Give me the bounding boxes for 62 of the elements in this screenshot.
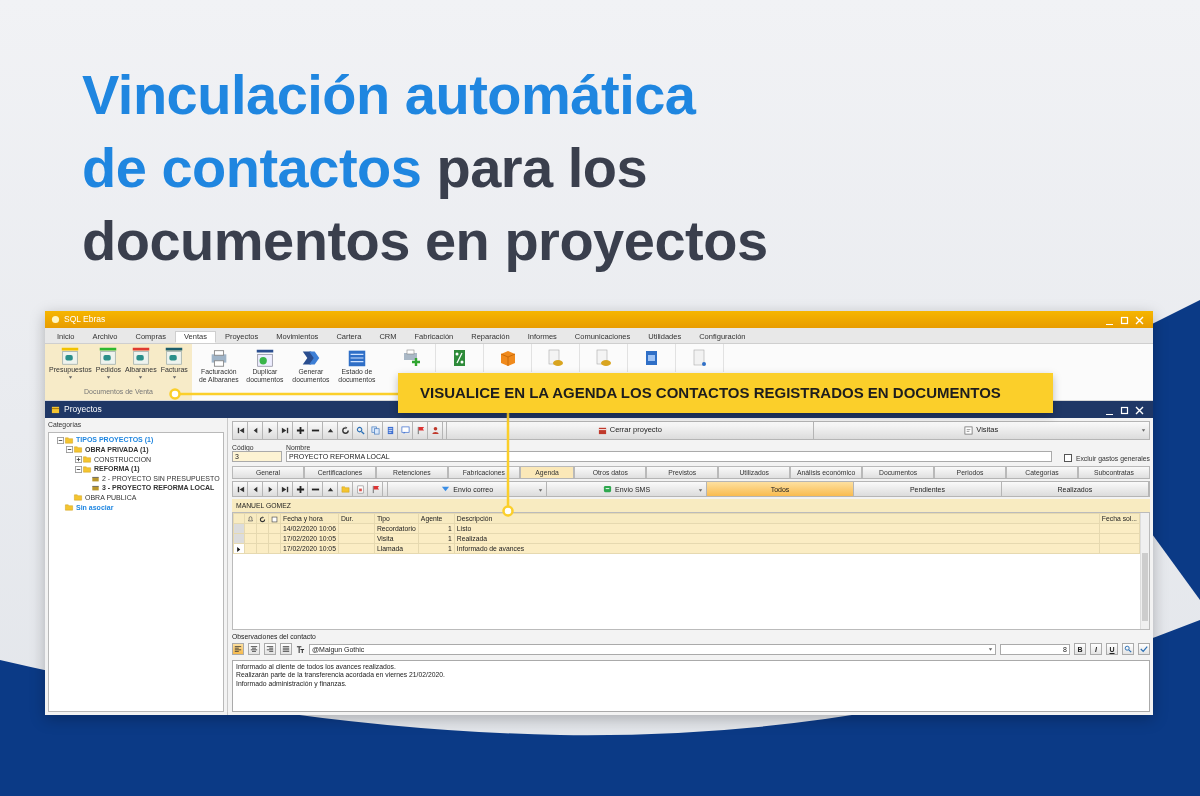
callout-banner: VISUALICE EN LA AGENDA LOS CONTACTOS REGISTRADOS EN DOCUMENTOS xyxy=(398,373,1053,413)
caret-icon xyxy=(538,486,544,493)
search-icon xyxy=(1124,645,1132,654)
caret-icon xyxy=(988,646,993,653)
coins-icon xyxy=(593,348,613,368)
comment-icon xyxy=(400,426,410,435)
align-button[interactable] xyxy=(280,643,292,656)
align-button[interactable] xyxy=(248,643,260,656)
align-justify-icon xyxy=(282,645,290,654)
align-center-icon xyxy=(250,645,258,654)
project-icon xyxy=(91,484,100,493)
coins-icon xyxy=(545,348,565,368)
calendar-icon xyxy=(597,426,607,435)
check-icon xyxy=(1140,645,1148,654)
maximize-icon xyxy=(1120,406,1129,415)
flag-icon xyxy=(370,484,380,494)
project-icon xyxy=(91,474,100,483)
close-icon xyxy=(1135,316,1144,325)
calendar-icon xyxy=(51,405,60,414)
align-right-icon xyxy=(266,645,274,654)
skip-forward-icon xyxy=(280,484,290,494)
maximize-icon xyxy=(1120,316,1129,325)
checkbox-icon xyxy=(271,515,278,523)
search-icon xyxy=(355,426,365,435)
window-title: SQL Ebras xyxy=(64,314,106,325)
caret-icon xyxy=(1141,427,1146,434)
align-left-icon xyxy=(234,645,242,654)
refresh-icon xyxy=(259,515,266,523)
document-icon xyxy=(385,426,395,435)
caret-icon xyxy=(697,486,703,493)
printer-icon xyxy=(401,348,421,368)
plus-icon xyxy=(295,484,305,494)
skip-forward-icon xyxy=(280,426,290,435)
align-button[interactable] xyxy=(264,643,276,656)
skip-back-icon xyxy=(235,426,245,435)
plus-icon xyxy=(295,426,305,435)
caret-icon xyxy=(105,374,111,381)
minimize-icon xyxy=(1105,413,1114,415)
flag-icon xyxy=(415,426,425,435)
close-icon xyxy=(1135,406,1144,415)
align-button[interactable] xyxy=(232,643,244,656)
child-window-title: Proyectos xyxy=(64,404,102,415)
page-icon xyxy=(355,484,365,494)
chat-icon xyxy=(603,484,613,494)
minimize-icon xyxy=(1105,323,1114,325)
folder-icon xyxy=(340,484,350,494)
headline: Vinculación automática de contactos para los documentos en proyectos xyxy=(82,62,769,274)
user-icon xyxy=(430,426,440,435)
caret-icon xyxy=(67,374,73,381)
font-icon xyxy=(296,644,305,654)
scrollbar[interactable] xyxy=(1140,513,1149,630)
checkbox[interactable] xyxy=(1063,454,1072,463)
envelope-icon xyxy=(441,484,451,494)
caret-icon xyxy=(138,374,144,381)
app-logo-icon xyxy=(51,315,60,324)
refresh-icon xyxy=(340,426,350,435)
caret-icon xyxy=(171,374,177,381)
note-icon xyxy=(964,426,974,435)
bell-icon xyxy=(247,515,254,523)
skip-back-icon xyxy=(235,484,245,494)
triangle-up-icon xyxy=(325,426,335,435)
copy-icon xyxy=(370,426,380,435)
